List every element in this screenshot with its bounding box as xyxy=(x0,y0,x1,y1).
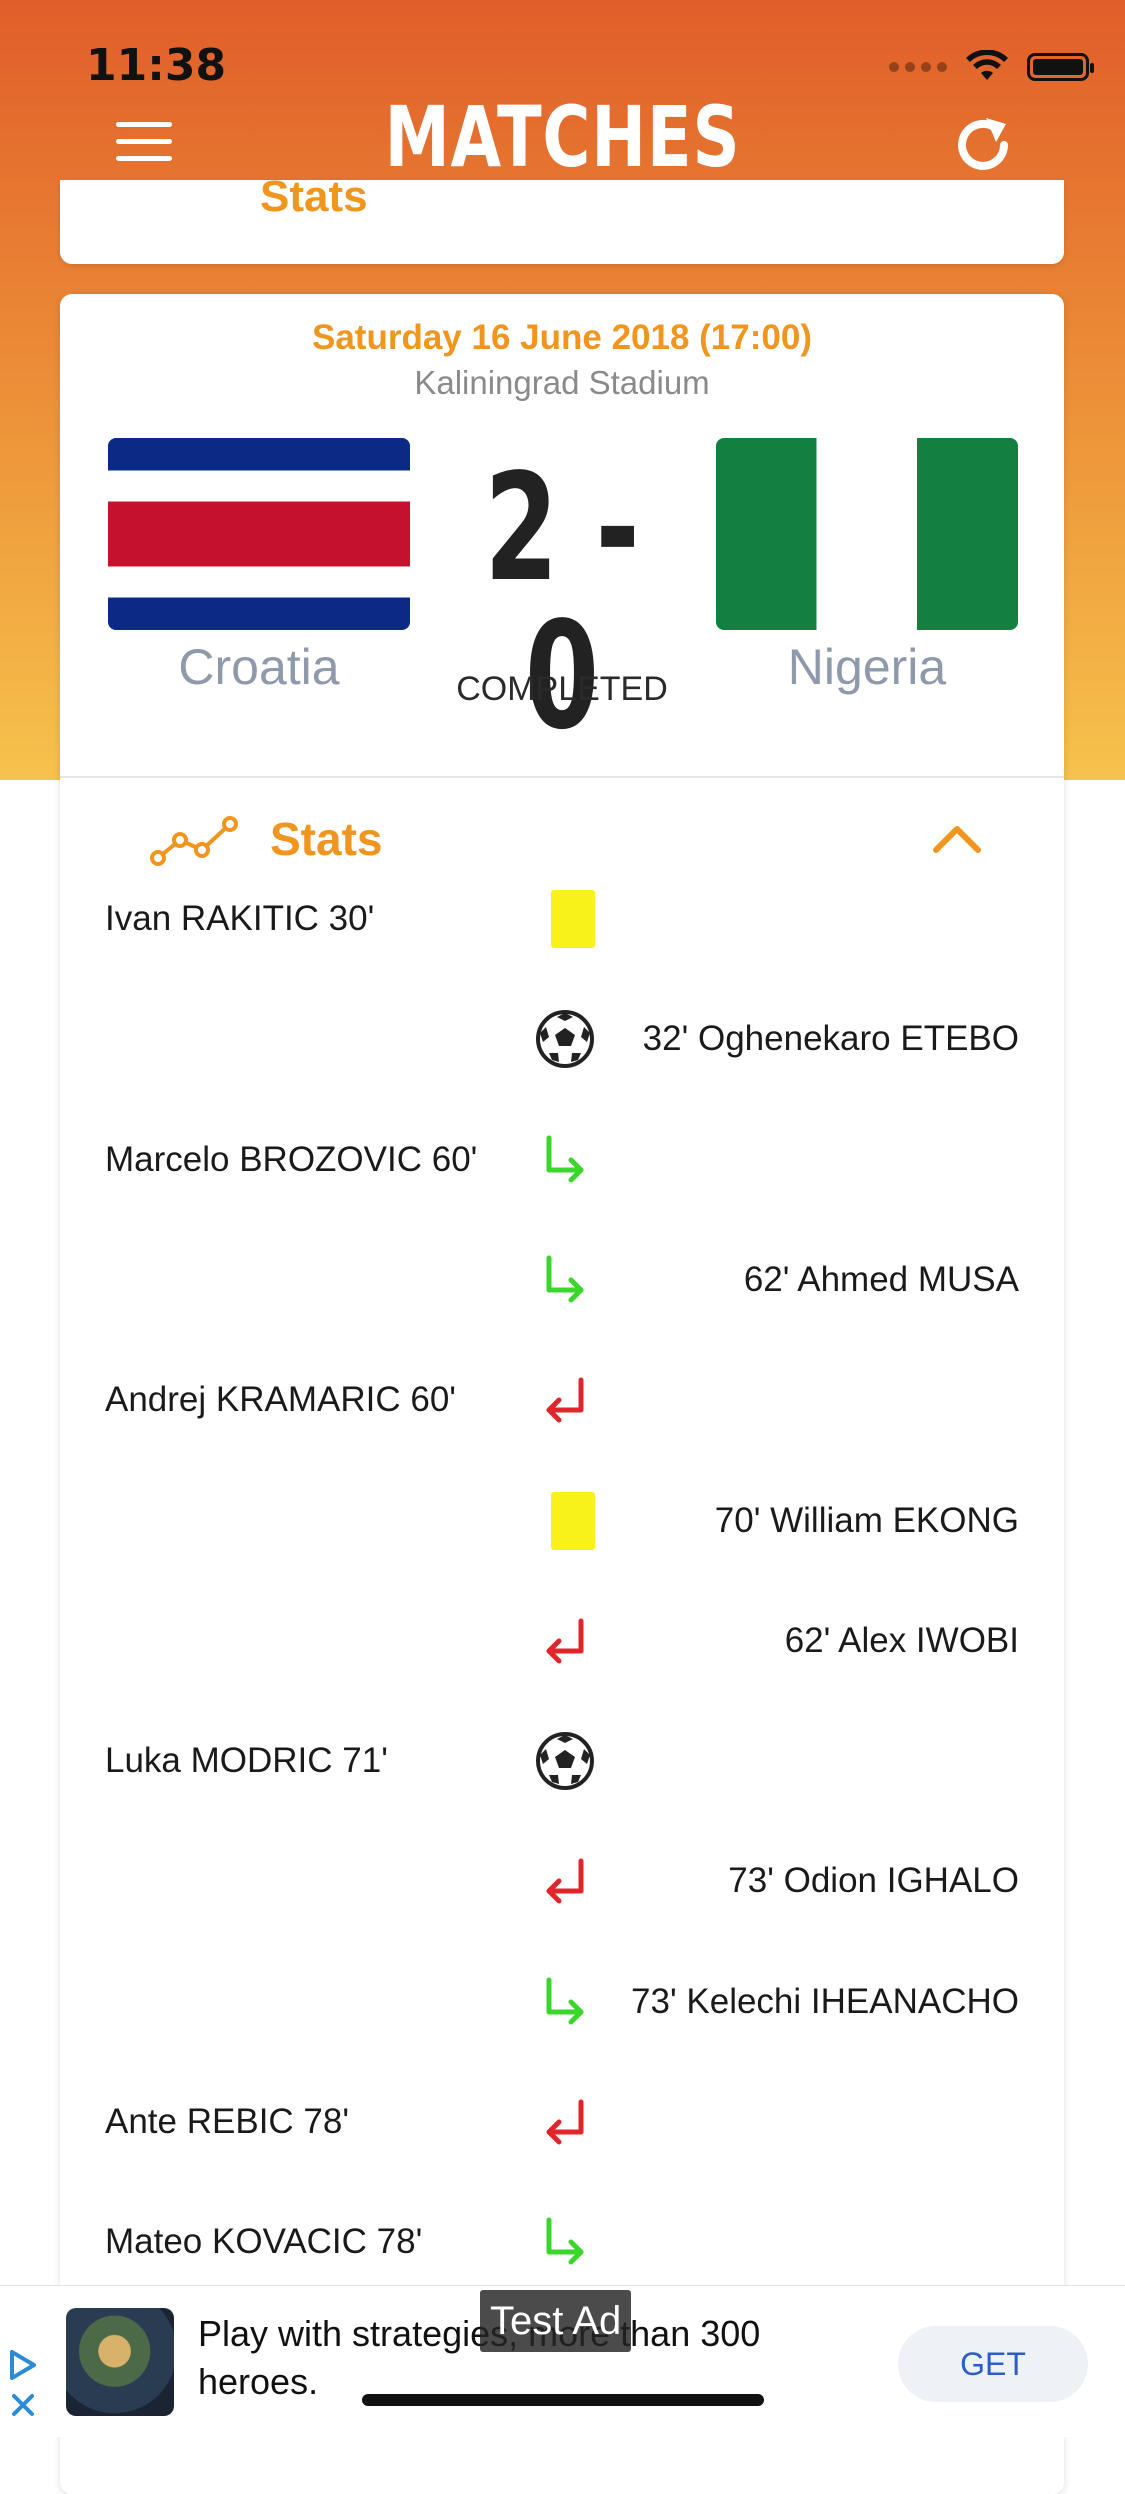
ad-banner[interactable]: Play with strategies, more than 300 hero… xyxy=(0,2285,1125,2437)
test-ad-label: Test Ad xyxy=(480,2290,632,2352)
divider xyxy=(60,776,1064,778)
event-row: Luka MODRIC 71' xyxy=(60,1716,1064,1806)
stats-label: Stats xyxy=(270,813,383,865)
event-away-player: 32' Oghenekaro ETEBO xyxy=(642,1019,1019,1059)
previous-stats-label: Stats xyxy=(260,180,368,221)
battery-icon xyxy=(1027,53,1094,81)
event-home-player: Marcelo BROZOVIC 60' xyxy=(105,1139,478,1179)
cellular-signal-icon xyxy=(889,62,947,72)
event-row: 32' Oghenekaro ETEBO xyxy=(60,994,1064,1084)
event-row: 73' Odion IGHALO xyxy=(60,1836,1064,1926)
event-away-player: 62' Ahmed MUSA xyxy=(743,1259,1019,1299)
wifi-icon xyxy=(966,50,1008,80)
soccer-ball-icon xyxy=(535,1731,595,1791)
event-away-player: 73' Odion IGHALO xyxy=(728,1861,1019,1901)
match-date: Saturday 16 June 2018 (17:00) xyxy=(312,318,812,357)
event-row: Ivan RAKITIC 30' xyxy=(60,874,1064,964)
away-team-name[interactable]: Nigeria xyxy=(716,638,1018,696)
event-home-player: Luka MODRIC 71' xyxy=(105,1741,388,1781)
status-icons xyxy=(889,50,1094,84)
event-row: 73' Kelechi IHEANACHO xyxy=(60,1957,1064,2047)
home-team-flag[interactable] xyxy=(108,438,410,630)
soccer-ball-icon xyxy=(535,1009,595,1069)
yellow-card-icon xyxy=(535,1491,595,1551)
match-card: Saturday 16 June 2018 (17:00) Kaliningra… xyxy=(60,294,1064,2494)
home-indicator xyxy=(362,2394,764,2406)
event-row: Marcelo BROZOVIC 60' xyxy=(60,1115,1064,1205)
away-team-flag[interactable] xyxy=(716,438,1018,630)
refresh-icon[interactable] xyxy=(948,110,1018,180)
stats-toggle[interactable]: Stats xyxy=(60,788,1064,888)
sub-in-arrow-icon xyxy=(535,1972,595,2032)
event-row: Andrej KRAMARIC 60' xyxy=(60,1355,1064,1445)
sub-in-arrow-icon xyxy=(535,1130,595,1190)
event-row: 70' William EKONG xyxy=(60,1476,1064,1566)
chevron-up-icon[interactable] xyxy=(932,822,982,854)
home-team-name[interactable]: Croatia xyxy=(108,638,410,696)
sub-in-arrow-icon xyxy=(535,1250,595,1310)
sub-out-arrow-icon xyxy=(535,2092,595,2152)
ad-choices-icon[interactable] xyxy=(6,2348,40,2428)
event-row: Mateo KOVACIC 78' xyxy=(60,2197,1064,2287)
event-home-player: Mateo KOVACIC 78' xyxy=(105,2222,423,2262)
page-title: MATCHES xyxy=(384,88,741,186)
match-status: COMPLETED xyxy=(456,670,668,708)
event-away-player: 62' Alex IWOBI xyxy=(784,1620,1019,1660)
sub-in-arrow-icon xyxy=(535,2212,595,2272)
sub-out-arrow-icon xyxy=(535,1851,595,1911)
event-away-player: 70' William EKONG xyxy=(714,1500,1019,1540)
status-time: 11:38 xyxy=(86,40,227,91)
event-home-player: Ivan RAKITIC 30' xyxy=(105,899,375,938)
event-away-player: 73' Kelechi IHEANACHO xyxy=(631,1981,1019,2021)
sub-out-arrow-icon xyxy=(535,1370,595,1430)
match-venue: Kaliningrad Stadium xyxy=(414,364,710,401)
get-button[interactable]: GET xyxy=(898,2326,1088,2402)
ad-app-icon[interactable] xyxy=(66,2308,174,2416)
yellow-card-icon xyxy=(535,889,595,949)
event-row: Ante REBIC 78' xyxy=(60,2077,1064,2167)
event-row: 62' Ahmed MUSA xyxy=(60,1235,1064,1325)
event-home-player: Ante REBIC 78' xyxy=(105,2102,350,2141)
line-chart-icon xyxy=(150,816,238,866)
sub-out-arrow-icon xyxy=(535,1611,595,1671)
previous-match-card[interactable]: Stats xyxy=(60,180,1064,264)
event-home-player: Andrej KRAMARIC 60' xyxy=(105,1380,456,1420)
event-row: 62' Alex IWOBI xyxy=(60,1596,1064,1686)
